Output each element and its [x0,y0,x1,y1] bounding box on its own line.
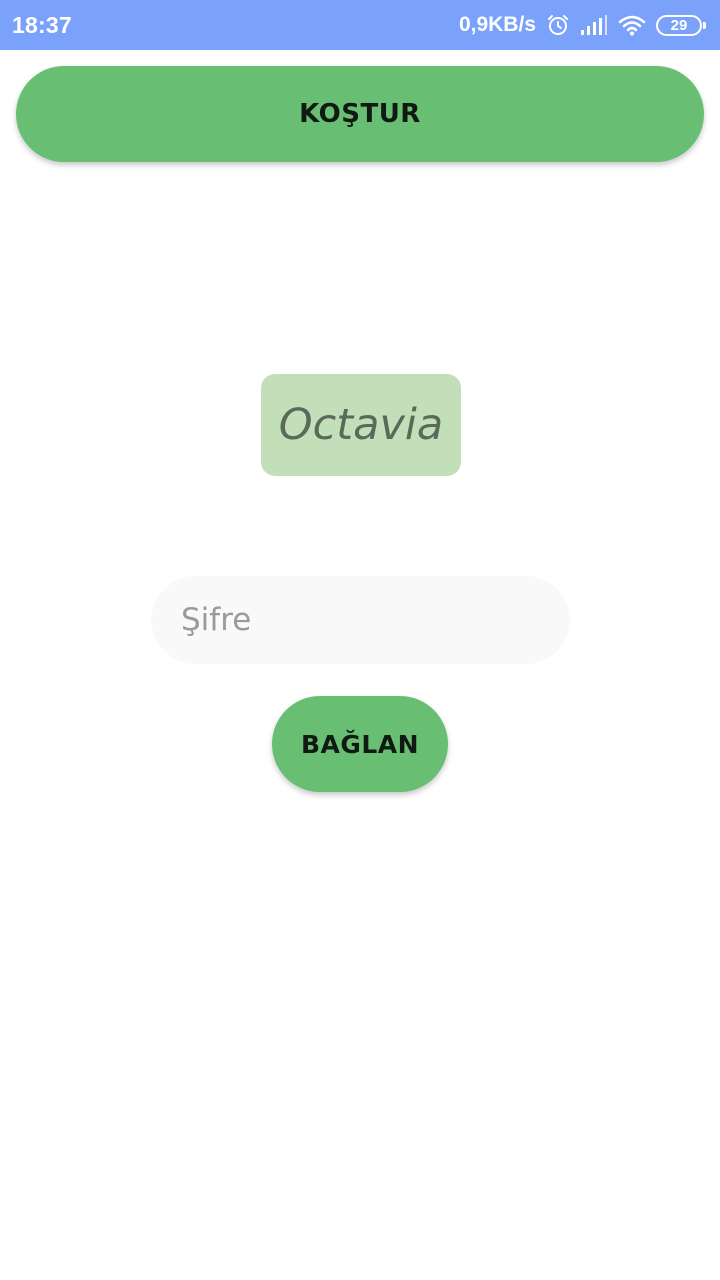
alarm-icon [546,13,570,37]
wifi-icon [618,14,646,36]
connect-button[interactable]: BAĞLAN [272,696,448,792]
battery-icon: 29 [656,14,706,36]
status-right: 0,9KB/s 29 [459,13,706,37]
signal-icon [580,14,608,36]
password-input[interactable] [151,576,570,664]
status-bar: 18:37 0,9KB/s 29 [0,0,720,50]
status-time: 18:37 [12,11,72,38]
logo-text: Octavia [278,400,444,450]
logo: Octavia [261,374,461,476]
network-speed: 0,9KB/s [458,13,536,36]
run-button[interactable]: KOŞTUR [16,66,704,162]
